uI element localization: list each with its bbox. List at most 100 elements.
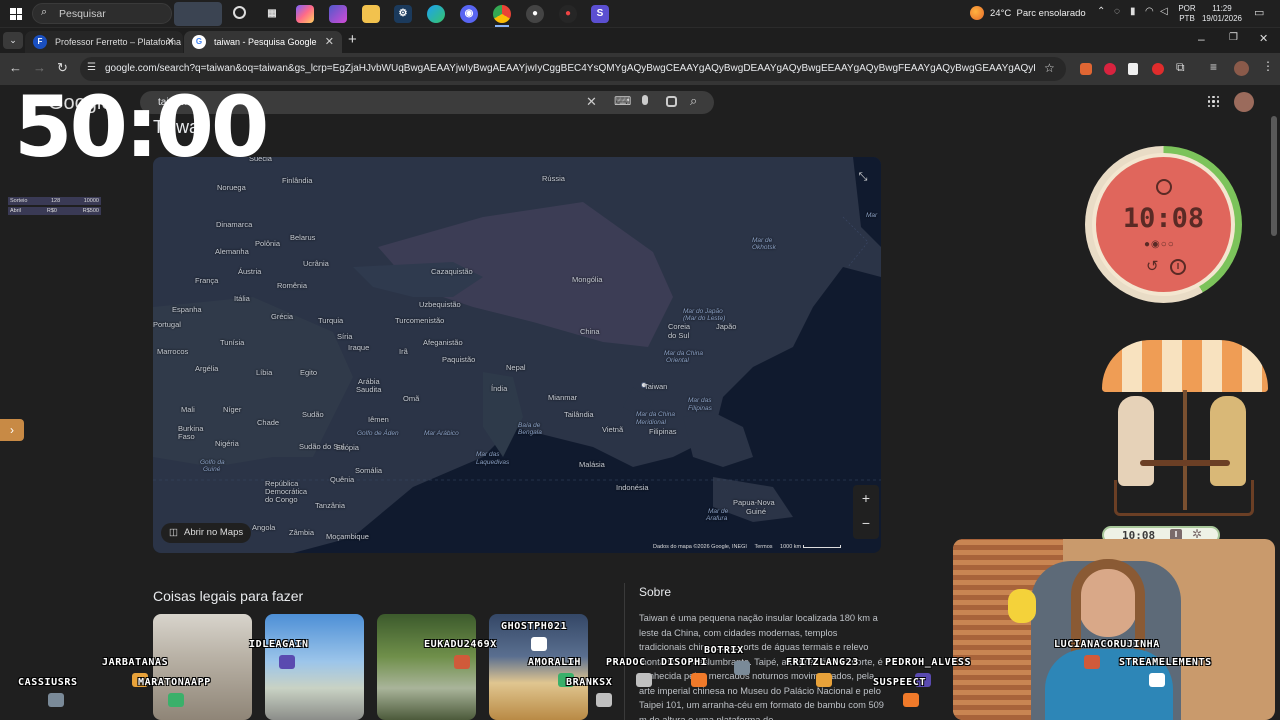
wifi-icon[interactable]: ◠ <box>1145 6 1154 17</box>
windows-start-icon[interactable] <box>10 8 22 20</box>
taskbar-search-box[interactable]: ⌕ Pesquisar <box>32 3 172 24</box>
language-indicator[interactable]: POR PTB <box>1176 4 1198 24</box>
forward-icon[interactable]: → <box>33 60 46 75</box>
map-label: Polônia <box>255 239 281 248</box>
new-tab-icon[interactable]: + <box>348 31 357 48</box>
chat-username: PEDROH_ALVESS <box>885 657 972 668</box>
reload-icon[interactable]: ↻ <box>57 60 68 76</box>
task-view-icon[interactable] <box>233 6 246 19</box>
app-icon[interactable]: S <box>591 5 609 23</box>
map-label: Mar da China <box>664 350 704 357</box>
extension-block-icon[interactable] <box>1152 63 1164 75</box>
chat-username: AMORALIH <box>528 657 581 668</box>
fullscreen-button[interactable]: ⤡ <box>853 167 873 187</box>
tab-label: Professor Ferretto – Plataforma <box>55 37 182 47</box>
reset-icon[interactable]: ↺ <box>1146 257 1159 275</box>
stats-row-abril: Abril R$0 R$500 <box>8 207 101 215</box>
edge-icon[interactable] <box>427 5 445 23</box>
volume-icon[interactable]: ◁ <box>1160 6 1168 17</box>
map-label: Paquistão <box>442 355 476 364</box>
mic-tray-icon[interactable]: ◌ <box>1114 6 1120 17</box>
chat-username: FRITZLANG23 <box>786 657 859 668</box>
map-label: Uzbequistão <box>419 300 461 309</box>
teams-icon[interactable] <box>329 5 347 23</box>
section-divider <box>624 583 625 720</box>
discord-icon[interactable]: ◉ <box>460 5 478 23</box>
zoom-in-button[interactable]: + <box>853 485 879 512</box>
search-icon[interactable]: ⌕ <box>690 93 697 109</box>
notifications-icon[interactable]: ▭ <box>1254 6 1264 19</box>
big-countdown-timer: 50:00 <box>14 78 269 176</box>
close-tab-icon[interactable]: ✕ <box>166 31 175 53</box>
chrome-icon[interactable] <box>493 5 511 23</box>
voice-search-icon[interactable] <box>642 95 648 105</box>
search-highlight-image[interactable] <box>174 2 222 26</box>
recorder-icon[interactable]: ● <box>559 5 577 23</box>
keyboard-icon[interactable]: ⌨ <box>614 94 631 108</box>
chat-avatar-sprite <box>816 673 832 687</box>
map-label: Iraque <box>348 343 370 352</box>
terms-link[interactable]: Termos <box>754 544 772 550</box>
tab-taiwan-search[interactable]: G taiwan - Pesquisa Google ✕ <box>184 31 342 53</box>
site-info-icon[interactable]: ☰ <box>87 62 96 73</box>
map-label: Vietnã <box>602 425 624 434</box>
browser-tab-strip: ⌄ F Professor Ferretto – Plataforma ✕ G … <box>0 28 1280 53</box>
clock-time: 11:29 <box>1212 4 1232 13</box>
close-window-icon[interactable]: ✕ <box>1259 32 1268 45</box>
pause-icon[interactable]: ‖ <box>1170 259 1186 275</box>
map-container[interactable]: Suécia Finlândia Rússia Noruega Dinamarca Bel… <box>153 157 881 553</box>
map-label: Meridional <box>636 419 666 426</box>
chat-avatar-sprite <box>734 661 750 675</box>
minimize-icon[interactable]: – <box>1198 32 1205 46</box>
extensions-puzzle-icon[interactable]: ⧉ <box>1176 60 1185 75</box>
google-account-avatar[interactable] <box>1234 92 1254 112</box>
extension-cursor-icon[interactable] <box>1128 63 1138 75</box>
clear-search-icon[interactable]: ✕ <box>586 94 597 110</box>
extension-fox-icon[interactable] <box>1080 63 1092 75</box>
chat-username: BRANKSX <box>566 677 613 688</box>
map-label: Coreia <box>668 322 691 331</box>
map-label: Espanha <box>172 305 202 314</box>
bookmark-star-icon[interactable]: ☆ <box>1044 61 1055 75</box>
zoom-out-button[interactable]: − <box>853 512 879 539</box>
expand-panel-button[interactable]: › <box>0 419 24 441</box>
apps-grid-icon[interactable] <box>1208 96 1219 107</box>
profile-avatar[interactable] <box>1234 61 1249 76</box>
map-label: do Congo <box>265 495 298 504</box>
page-scrollbar[interactable] <box>1271 116 1277 236</box>
open-in-maps-button[interactable]: ◫ Abrir no Maps <box>161 523 252 543</box>
map-label: Dinamarca <box>216 220 253 229</box>
tab-professor-ferretto[interactable]: F Professor Ferretto – Plataforma ✕ <box>25 31 183 53</box>
media-icon[interactable]: ≡ <box>1210 60 1217 74</box>
close-tab-icon[interactable]: ✕ <box>325 31 334 53</box>
back-icon[interactable]: ← <box>9 60 22 75</box>
restore-icon[interactable]: ❐ <box>1229 32 1238 43</box>
microphone-icon[interactable]: ▮ <box>1130 6 1136 17</box>
taskbar-search-placeholder: Pesquisar <box>59 8 106 20</box>
chat-username: CASSIUSRS <box>18 677 78 688</box>
file-explorer-icon[interactable] <box>362 5 380 23</box>
map-label: Nepal <box>506 363 526 372</box>
scale-bar <box>802 545 841 549</box>
stats-row-sorteio: Sorteio 128 10000 <box>8 197 101 205</box>
copilot-icon[interactable] <box>296 5 314 23</box>
extension-red-icon[interactable] <box>1104 63 1116 75</box>
tab-search-dropdown[interactable]: ⌄ <box>3 32 23 49</box>
map-label: Omã <box>403 394 420 403</box>
chrome-menu-icon[interactable]: ⋮ <box>1262 59 1274 73</box>
tomato-icon <box>1156 179 1172 195</box>
map-label: Bengala <box>518 429 542 436</box>
map-label: Itália <box>234 294 250 303</box>
obs-icon[interactable]: ● <box>526 5 544 23</box>
map-label: Alemanha <box>215 247 249 256</box>
lens-icon[interactable] <box>666 96 677 107</box>
url-text[interactable]: google.com/search?q=taiwan&oq=taiwan&gs_… <box>105 63 1035 74</box>
chat-avatar-sprite <box>454 655 470 669</box>
map-label: Filipinas <box>649 427 677 436</box>
map-label: Níger <box>223 405 242 414</box>
clock[interactable]: 11:29 19/01/2026 <box>1198 4 1246 24</box>
widgets-icon[interactable]: ▦ <box>263 5 281 23</box>
steam-icon[interactable]: ⚙ <box>394 5 412 23</box>
weather-text[interactable]: 24°C Parc ensolarado <box>990 8 1086 19</box>
tray-chevron-icon[interactable]: ⌃ <box>1097 6 1105 17</box>
